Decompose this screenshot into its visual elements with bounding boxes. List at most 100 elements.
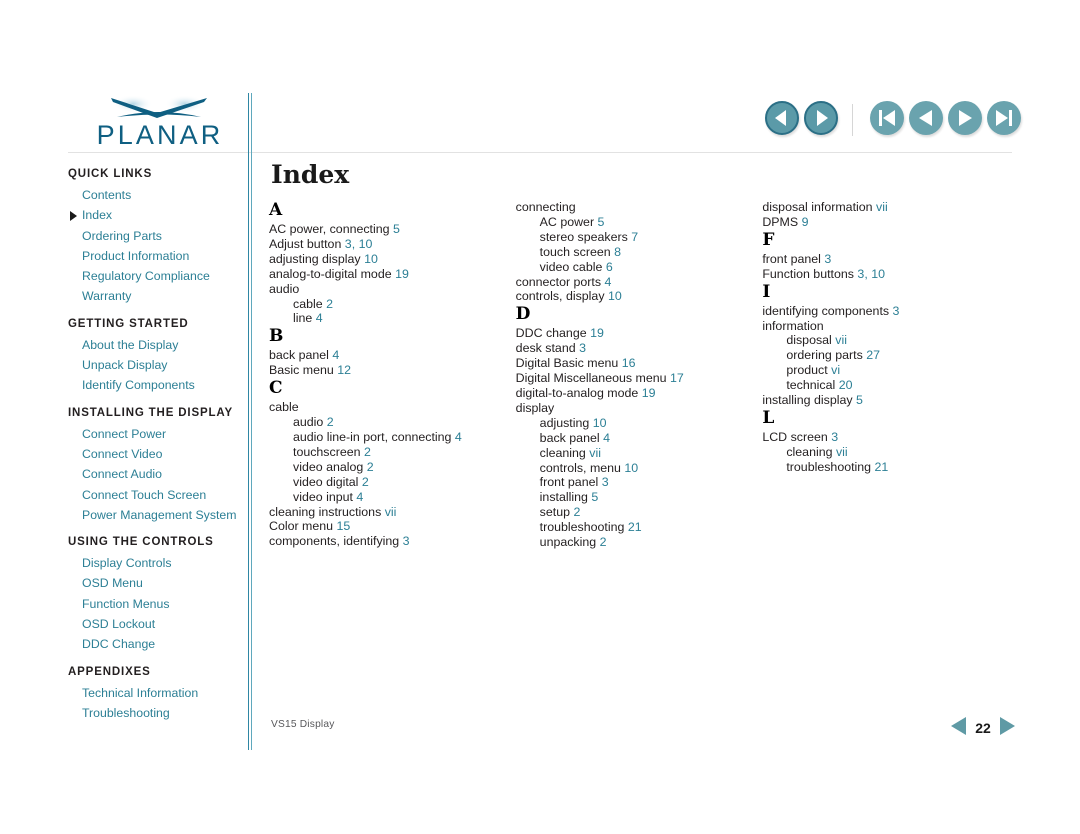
next-page-button[interactable] bbox=[948, 101, 982, 135]
sidebar-item-ordering-parts[interactable]: Ordering Parts bbox=[68, 226, 243, 246]
index-entry[interactable]: Basic menu 12 bbox=[269, 363, 516, 378]
index-entry[interactable]: analog-to-digital mode 19 bbox=[269, 267, 516, 282]
index-entry[interactable]: display bbox=[516, 401, 763, 416]
index-entry[interactable]: video cable 6 bbox=[516, 260, 763, 275]
index-entry[interactable]: cable 2 bbox=[269, 297, 516, 312]
index-entry[interactable]: controls, menu 10 bbox=[516, 461, 763, 476]
index-entry[interactable]: adjusting display 10 bbox=[269, 252, 516, 267]
index-entry[interactable]: audio line-in port, connecting 4 bbox=[269, 430, 516, 445]
index-entry[interactable]: connector ports 4 bbox=[516, 275, 763, 290]
index-entry[interactable]: Function buttons 3, 10 bbox=[762, 267, 1009, 282]
sidebar-item-label: Function Menus bbox=[82, 596, 170, 611]
pager-previous-button[interactable] bbox=[948, 714, 970, 743]
sidebar-item-osd-menu[interactable]: OSD Menu bbox=[68, 573, 243, 593]
index-entry[interactable]: audio bbox=[269, 282, 516, 297]
index-entry[interactable]: identifying components 3 bbox=[762, 304, 1009, 319]
sidebar-item-connect-video[interactable]: Connect Video bbox=[68, 444, 243, 464]
sidebar-item-connect-audio[interactable]: Connect Audio bbox=[68, 464, 243, 484]
sidebar-item-warranty[interactable]: Warranty bbox=[68, 286, 243, 306]
index-entry[interactable]: unpacking 2 bbox=[516, 535, 763, 550]
index-entry[interactable]: product vi bbox=[762, 363, 1009, 378]
index-entry[interactable]: line 4 bbox=[269, 311, 516, 326]
index-entry[interactable]: information bbox=[762, 319, 1009, 334]
index-entry[interactable]: disposal information vii bbox=[762, 200, 1009, 215]
sidebar-item-technical-information[interactable]: Technical Information bbox=[68, 683, 243, 703]
index-entry[interactable]: cleaning instructions vii bbox=[269, 505, 516, 520]
sidebar-item-power-management-system[interactable]: Power Management System bbox=[68, 505, 243, 525]
index-entry[interactable]: Digital Miscellaneous menu 17 bbox=[516, 371, 763, 386]
index-letter-heading: F bbox=[762, 229, 775, 250]
index-entry[interactable]: cable bbox=[269, 400, 516, 415]
sidebar-item-about-the-display[interactable]: About the Display bbox=[68, 335, 243, 355]
sidebar-group-heading: INSTALLING THE DISPLAY bbox=[68, 406, 234, 419]
index-entry[interactable]: back panel 4 bbox=[269, 348, 516, 363]
first-page-button[interactable] bbox=[870, 101, 904, 135]
index-entry-text: video analog bbox=[293, 459, 364, 474]
index-entry[interactable]: LCD screen 3 bbox=[762, 430, 1009, 445]
sidebar-item-function-menus[interactable]: Function Menus bbox=[68, 594, 243, 614]
index-entry[interactable]: front panel 3 bbox=[762, 252, 1009, 267]
index-entry-page: 8 bbox=[614, 244, 621, 259]
index-entry-text: installing bbox=[539, 490, 588, 505]
index-entry[interactable]: video analog 2 bbox=[269, 460, 516, 475]
index-entry-page: vii bbox=[589, 445, 601, 460]
index-entry[interactable]: AC power 5 bbox=[516, 215, 763, 230]
index-entry[interactable]: installing 5 bbox=[516, 490, 763, 505]
index-entry[interactable]: technical 20 bbox=[762, 378, 1009, 393]
index-entry[interactable]: cleaning vii bbox=[516, 446, 763, 461]
index-entry[interactable]: troubleshooting 21 bbox=[762, 460, 1009, 475]
index-entry-page: 17 bbox=[669, 371, 684, 386]
index-entry[interactable]: front panel 3 bbox=[516, 475, 763, 490]
index-entry-text: desk stand bbox=[515, 341, 576, 356]
index-entry[interactable]: desk stand 3 bbox=[516, 341, 763, 356]
index-entry[interactable]: DPMS 9 bbox=[762, 215, 1009, 230]
index-entry[interactable]: touchscreen 2 bbox=[269, 445, 516, 460]
index-entry[interactable]: troubleshooting 21 bbox=[516, 520, 763, 535]
index-entry[interactable]: stereo speakers 7 bbox=[516, 230, 763, 245]
forward-button[interactable] bbox=[804, 101, 838, 135]
sidebar-item-osd-lockout[interactable]: OSD Lockout bbox=[68, 614, 243, 634]
sidebar-item-unpack-display[interactable]: Unpack Display bbox=[68, 355, 243, 375]
index-entry[interactable]: DDC change 19 bbox=[516, 326, 763, 341]
index-entry-text: back panel bbox=[539, 430, 600, 445]
index-entry[interactable]: adjusting 10 bbox=[516, 416, 763, 431]
last-page-button[interactable] bbox=[987, 101, 1021, 135]
index-entry[interactable]: Color menu 15 bbox=[269, 519, 516, 534]
sidebar-item-product-information[interactable]: Product Information bbox=[68, 246, 243, 266]
back-button[interactable] bbox=[765, 101, 799, 135]
index-entry-text: video input bbox=[293, 489, 353, 504]
index-entry[interactable]: touch screen 8 bbox=[516, 245, 763, 260]
sidebar-item-troubleshooting[interactable]: Troubleshooting bbox=[68, 703, 243, 723]
sidebar-item-connect-touch-screen[interactable]: Connect Touch Screen bbox=[68, 485, 243, 505]
index-entry[interactable]: back panel 4 bbox=[516, 431, 763, 446]
index-entry[interactable]: ordering parts 27 bbox=[762, 348, 1009, 363]
index-entry[interactable]: setup 2 bbox=[516, 505, 763, 520]
index-entry-page: 10 bbox=[592, 415, 607, 430]
index-entry[interactable]: installing display 5 bbox=[762, 393, 1009, 408]
index-entry[interactable]: disposal vii bbox=[762, 333, 1009, 348]
index-entry[interactable]: audio 2 bbox=[269, 415, 516, 430]
index-entry[interactable]: controls, display 10 bbox=[516, 289, 763, 304]
sidebar-item-connect-power[interactable]: Connect Power bbox=[68, 424, 243, 444]
sidebar-item-display-controls[interactable]: Display Controls bbox=[68, 553, 243, 573]
index-entry-page: 5 bbox=[597, 214, 605, 229]
index-entry[interactable]: connecting bbox=[516, 200, 763, 215]
previous-page-button[interactable] bbox=[909, 101, 943, 135]
pager-next-button[interactable] bbox=[996, 714, 1018, 743]
index-entry[interactable]: Digital Basic menu 16 bbox=[516, 356, 763, 371]
index-entry[interactable]: digital-to-analog mode 19 bbox=[516, 386, 763, 401]
index-entry[interactable]: AC power, connecting 5 bbox=[269, 222, 516, 237]
index-entry[interactable]: components, identifying 3 bbox=[269, 534, 516, 549]
sidebar-item-contents[interactable]: Contents bbox=[68, 185, 243, 205]
index-entry-text: audio bbox=[293, 415, 324, 430]
index-entry[interactable]: video input 4 bbox=[269, 490, 516, 505]
sidebar-item-identify-components[interactable]: Identify Components bbox=[68, 375, 243, 395]
index-entry[interactable]: Adjust button 3, 10 bbox=[269, 237, 516, 252]
index-entry[interactable]: cleaning vii bbox=[762, 445, 1009, 460]
index-entry[interactable]: video digital 2 bbox=[269, 475, 516, 490]
index-entry-text: product bbox=[786, 363, 828, 378]
sidebar-item-ddc-change[interactable]: DDC Change bbox=[68, 634, 243, 654]
sidebar-item-label: DDC Change bbox=[82, 637, 156, 652]
sidebar-item-regulatory-compliance[interactable]: Regulatory Compliance bbox=[68, 266, 243, 286]
sidebar-item-index[interactable]: Index bbox=[68, 205, 243, 225]
